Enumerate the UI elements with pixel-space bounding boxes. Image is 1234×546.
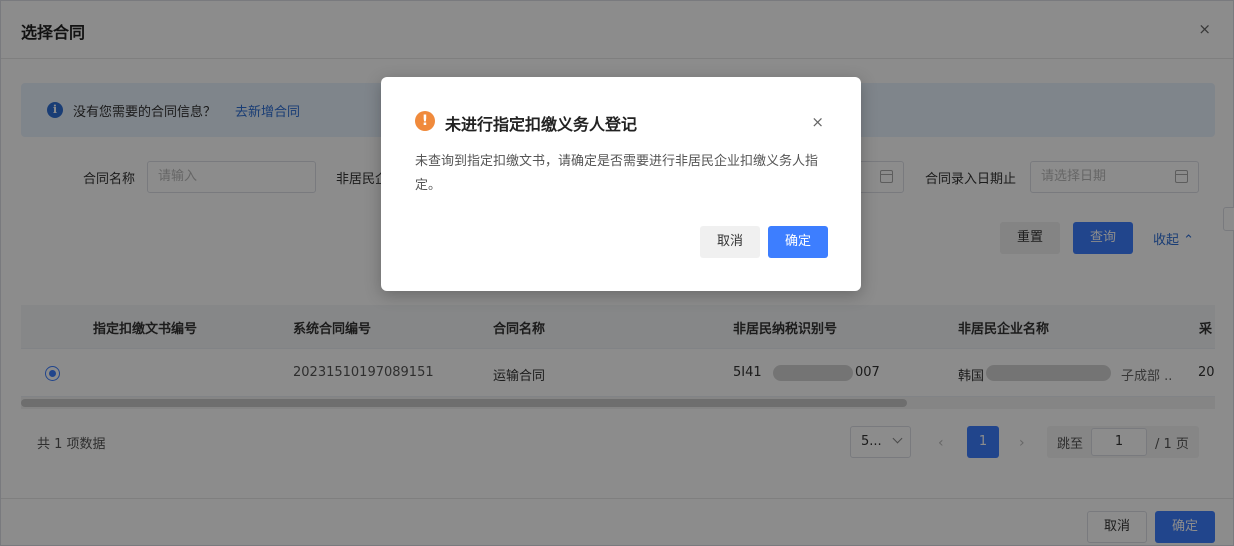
modal-cancel-button[interactable]: 取消 bbox=[700, 226, 760, 258]
modal-title: 未进行指定扣缴义务人登记 bbox=[445, 115, 638, 134]
modal-close-icon[interactable]: × bbox=[811, 113, 824, 131]
warning-modal: ! 未进行指定扣缴义务人登记 × 未查询到指定扣缴文书，请确定是否需要进行非居民… bbox=[381, 77, 861, 291]
modal-message: 未查询到指定扣缴文书，请确定是否需要进行非居民企业扣缴义务人指定。 bbox=[415, 154, 819, 193]
warning-icon: ! bbox=[415, 111, 435, 131]
modal-ok-button[interactable]: 确定 bbox=[768, 226, 828, 258]
